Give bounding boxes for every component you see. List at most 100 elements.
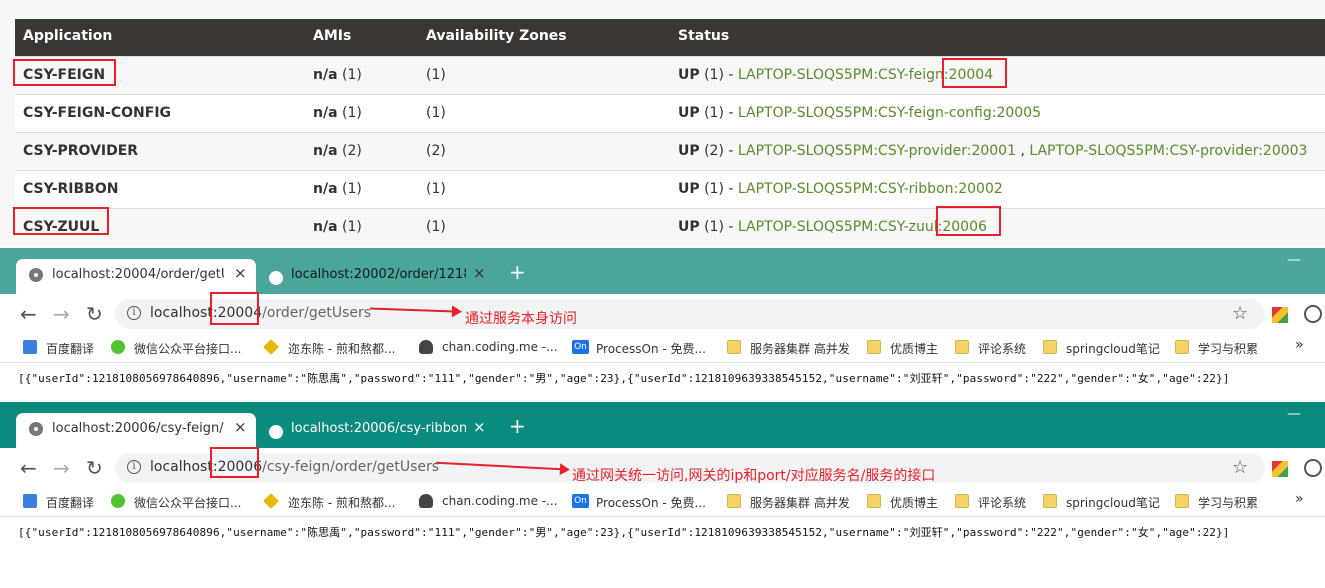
reload-icon[interactable]: ↻: [86, 456, 103, 480]
bookmark-star-icon[interactable]: ☆: [1232, 303, 1248, 324]
forward-icon[interactable]: →: [53, 302, 70, 326]
minimize-icon[interactable]: —: [1287, 406, 1301, 422]
bookmark-folder[interactable]: springcloud笔记: [1066, 494, 1160, 511]
new-tab-icon[interactable]: +: [509, 260, 526, 284]
back-icon[interactable]: ←: [20, 456, 37, 480]
folder-icon: [1175, 494, 1189, 508]
globe-icon: [29, 422, 43, 436]
extension-icon[interactable]: [1272, 461, 1288, 477]
tab-inactive[interactable]: localhost:20002/order/1218108 ×: [262, 262, 492, 292]
tab-title: localhost:20006/csy-feign/order: [52, 421, 224, 436]
annotation-service-direct: 通过服务本身访问: [465, 311, 577, 327]
instance-link[interactable]: LAPTOP-SLOQS5PM:CSY-ribbon:20002: [738, 181, 1003, 197]
header-status: Status: [678, 28, 730, 44]
tab-inactive[interactable]: localhost:20006/csy-ribbon/or ×: [262, 416, 492, 446]
bookmark-star-icon[interactable]: ☆: [1232, 457, 1248, 478]
header-application: Application: [23, 28, 113, 44]
wechat-icon: [111, 340, 125, 354]
table-row: CSY-FEIGN n/a (1) (1) UP (1) - LAPTOP-SL…: [15, 56, 1325, 94]
tab-active[interactable]: localhost:20004/order/getUsers ×: [16, 259, 256, 294]
table-header: Application AMIs Availability Zones Stat…: [15, 19, 1325, 56]
bookmark-item[interactable]: 迩东陈 - 煎和熬都...: [288, 494, 395, 511]
bookmark-folder[interactable]: springcloud笔记: [1066, 340, 1160, 357]
bookmark-folder[interactable]: 优质博主: [890, 340, 938, 357]
processon-icon: On: [572, 340, 589, 354]
folder-icon: [955, 340, 969, 354]
az-cell: (1): [426, 105, 446, 121]
folder-icon: [867, 494, 881, 508]
bookmark-folder[interactable]: 服务器集群 高并发: [750, 340, 850, 357]
new-tab-icon[interactable]: +: [509, 414, 526, 438]
bookmark-folder[interactable]: 评论系统: [978, 340, 1026, 357]
bookmarks-overflow-icon[interactable]: »: [1295, 491, 1304, 507]
sync-icon[interactable]: [1304, 305, 1322, 323]
az-cell: (1): [426, 67, 446, 83]
status-cell: UP (1) - LAPTOP-SLOQS5PM:CSY-feign-confi…: [678, 105, 1041, 121]
back-icon[interactable]: ←: [20, 302, 37, 326]
highlight-box-zuul: [13, 207, 109, 235]
globe-icon: [29, 268, 43, 282]
reload-icon[interactable]: ↻: [86, 302, 103, 326]
instance-link-2[interactable]: LAPTOP-SLOQS5PM:CSY-provider:20003: [1029, 143, 1307, 159]
applications-table: Application AMIs Availability Zones Stat…: [15, 19, 1325, 246]
close-icon[interactable]: ×: [473, 264, 486, 282]
extension-icon[interactable]: [1272, 307, 1288, 323]
bookmark-item[interactable]: 百度翻译: [46, 494, 94, 511]
amis-cell: n/a (1): [313, 105, 362, 121]
table-row: CSY-FEIGN-CONFIG n/a (1) (1) UP (1) - LA…: [15, 94, 1325, 132]
bookmark-item[interactable]: ProcessOn - 免费...: [596, 340, 706, 357]
bookmark-item[interactable]: 微信公众平台接口...: [134, 494, 241, 511]
highlight-box-feign: [13, 59, 116, 86]
bookmark-item[interactable]: 迩东陈 - 煎和熬都...: [288, 340, 395, 357]
processon-icon: On: [572, 494, 589, 508]
sync-icon[interactable]: [1304, 459, 1322, 477]
az-cell: (1): [426, 181, 446, 197]
header-availability-zones: Availability Zones: [426, 28, 567, 44]
az-cell: (2): [426, 143, 446, 159]
highlight-box-port-20004: [942, 58, 1007, 88]
wechat-icon: [111, 494, 125, 508]
instance-link[interactable]: LAPTOP-SLOQS5PM:CSY-feign-config:20005: [738, 105, 1041, 121]
translate-icon: [23, 340, 37, 354]
bookmark-item[interactable]: ProcessOn - 免费...: [596, 494, 706, 511]
bookmark-item[interactable]: 百度翻译: [46, 340, 94, 357]
info-icon[interactable]: i: [127, 306, 141, 320]
tab-active[interactable]: localhost:20006/csy-feign/order ×: [16, 413, 256, 448]
bookmark-item[interactable]: 微信公众平台接口...: [134, 340, 241, 357]
forward-icon[interactable]: →: [53, 456, 70, 480]
url-text[interactable]: localhost:20006/csy-feign/order/getUsers: [150, 459, 439, 475]
globe-icon: [269, 271, 283, 285]
tab-title: localhost:20004/order/getUsers: [52, 267, 224, 282]
translate-icon: [23, 494, 37, 508]
close-icon[interactable]: ×: [473, 418, 486, 436]
json-response: [{"userId":1218108056978640896,"username…: [18, 526, 1230, 539]
instance-link[interactable]: LAPTOP-SLOQS5PM:CSY-provider:20001: [738, 143, 1016, 159]
bookmark-folder[interactable]: 评论系统: [978, 494, 1026, 511]
highlight-box-url-port-20006: [210, 447, 259, 478]
info-icon[interactable]: i: [127, 460, 141, 474]
folder-icon: [1175, 340, 1189, 354]
close-icon[interactable]: ×: [234, 264, 247, 282]
close-icon[interactable]: ×: [234, 418, 247, 436]
highlight-box-port-20006: [936, 206, 1001, 236]
bookmarks-bar: 百度翻译 微信公众平台接口... 迩东陈 - 煎和熬都... chan.codi…: [0, 334, 1325, 363]
bookmark-folder[interactable]: 优质博主: [890, 494, 938, 511]
url-text[interactable]: localhost:20004/order/getUsers: [150, 305, 371, 321]
annotation-gateway: 通过网关统一访问,网关的ip和port/对应服务名/服务的接口: [572, 468, 936, 484]
bookmarks-overflow-icon[interactable]: »: [1295, 337, 1304, 353]
bookmark-folder[interactable]: 服务器集群 高并发: [750, 494, 850, 511]
bookmark-folder[interactable]: 学习与积累: [1198, 494, 1258, 511]
amis-cell: n/a (1): [313, 181, 362, 197]
tab-title: localhost:20002/order/1218108: [291, 267, 466, 282]
bookmark-folder[interactable]: 学习与积累: [1198, 340, 1258, 357]
folder-icon: [727, 494, 741, 508]
bookmark-item[interactable]: chan.coding.me -...: [442, 340, 558, 354]
az-cell: (1): [426, 219, 446, 235]
bookmark-item[interactable]: chan.coding.me -...: [442, 494, 558, 508]
ghost-icon: [419, 340, 433, 354]
amis-cell: n/a (1): [313, 67, 362, 83]
folder-icon: [955, 494, 969, 508]
browser-titlebar: localhost:20006/csy-feign/order × localh…: [0, 402, 1325, 448]
minimize-icon[interactable]: —: [1287, 252, 1301, 268]
omnibox[interactable]: i localhost:20004/order/getUsers: [115, 299, 1265, 329]
